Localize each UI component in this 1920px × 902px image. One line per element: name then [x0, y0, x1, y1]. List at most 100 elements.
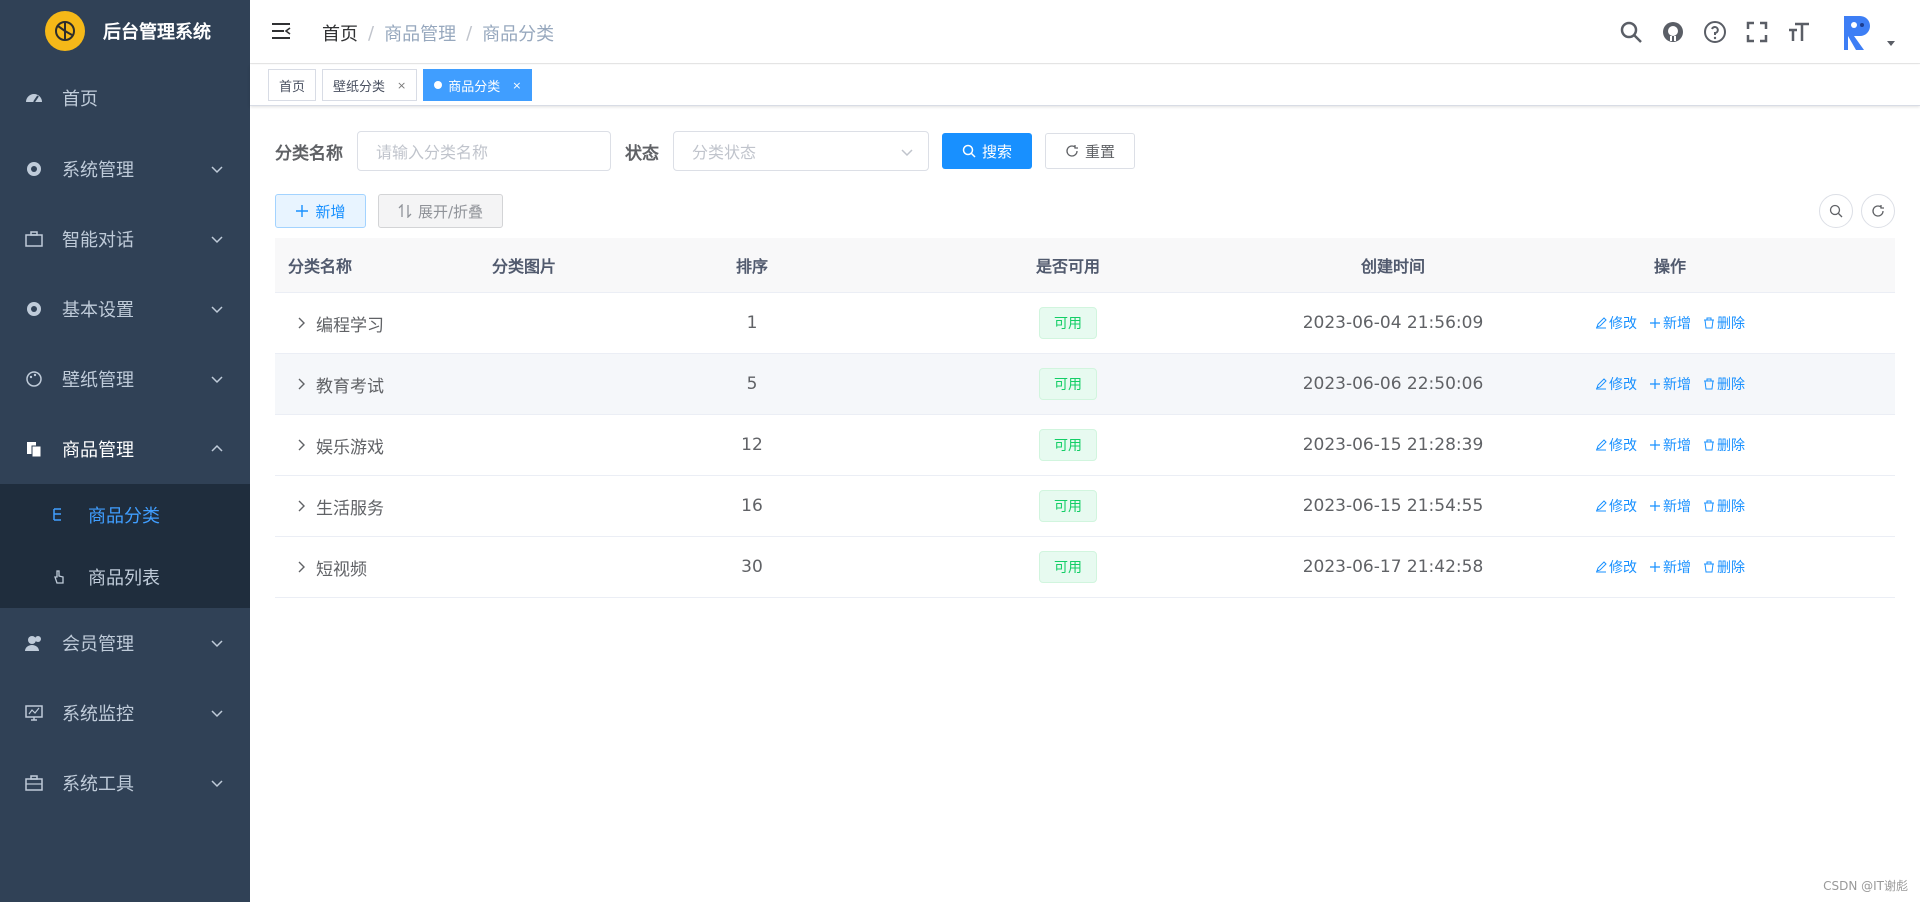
- goods-submenu: 商品分类 商品列表: [0, 484, 250, 608]
- delete-button[interactable]: 删除: [1703, 374, 1745, 394]
- status-badge: 可用: [1039, 551, 1097, 583]
- edit-button[interactable]: 修改: [1595, 374, 1637, 394]
- status-select[interactable]: 分类状态: [673, 131, 929, 171]
- cell-status: 可用: [795, 368, 1341, 400]
- chevron-right-icon[interactable]: [294, 316, 308, 330]
- font-size-icon[interactable]: [1786, 19, 1812, 45]
- add-child-button[interactable]: 新增: [1649, 435, 1691, 455]
- cell-sort: 12: [741, 435, 763, 455]
- sidebar-item-label: 会员管理: [62, 634, 134, 655]
- chevron-down-icon: [211, 166, 223, 174]
- close-icon[interactable]: ×: [397, 79, 406, 92]
- sidebar-subitem-label: 商品分类: [88, 506, 160, 527]
- github-icon[interactable]: [1660, 19, 1686, 45]
- category-name: 娱乐游戏: [316, 437, 384, 458]
- breadcrumb-home[interactable]: 首页: [322, 20, 358, 46]
- chevron-right-icon[interactable]: [294, 499, 308, 513]
- add-child-button[interactable]: 新增: [1649, 374, 1691, 394]
- tag-home[interactable]: 首页: [268, 69, 317, 101]
- cell-time: 2023-06-15 21:54:55: [1302, 496, 1484, 516]
- users-icon: [24, 633, 44, 653]
- sidebar-item-label: 系统监控: [62, 704, 134, 725]
- table-row: 娱乐游戏 12 可用 2023-06-15 21:28:39 修改 新增 删除: [275, 415, 1895, 476]
- add-button-label: 新增: [315, 202, 346, 221]
- edit-button[interactable]: 修改: [1595, 496, 1637, 516]
- sidebar-item-label: 系统管理: [62, 160, 134, 181]
- sidebar-item-monitor[interactable]: 系统监控: [0, 678, 250, 748]
- sidebar-item-basic-settings[interactable]: 基本设置: [0, 274, 250, 344]
- add-button[interactable]: 新增: [275, 194, 366, 228]
- chevron-right-icon[interactable]: [294, 438, 308, 452]
- cell-status: 可用: [795, 490, 1341, 522]
- main-content: 分类名称 请输入分类名称 状态 分类状态 搜索 重置 新增 展开/折叠 分类名称…: [250, 107, 1920, 902]
- plus-icon: [1650, 379, 1660, 389]
- delete-button[interactable]: 删除: [1703, 313, 1745, 333]
- gear-icon: [24, 159, 44, 179]
- sidebar: 后台管理系统 首页 系统管理 智能对话 基本设置 壁纸管理 商品管理 商品分类 …: [0, 0, 250, 902]
- sidebar-item-wallpaper[interactable]: 壁纸管理: [0, 344, 250, 414]
- sidebar-item-members[interactable]: 会员管理: [0, 608, 250, 678]
- delete-button[interactable]: 删除: [1703, 557, 1745, 577]
- avatar[interactable]: [1836, 12, 1876, 52]
- expand-collapse-button[interactable]: 展开/折叠: [378, 194, 503, 228]
- fullscreen-icon[interactable]: [1744, 19, 1770, 45]
- table-row: 教育考试 5 可用 2023-06-06 22:50:06 修改 新增 删除: [275, 354, 1895, 415]
- edit-label: 修改: [1609, 438, 1637, 454]
- table-row: 编程学习 1 可用 2023-06-04 21:56:09 修改 新增 删除: [275, 293, 1895, 354]
- edit-button[interactable]: 修改: [1595, 435, 1637, 455]
- edit-button[interactable]: 修改: [1595, 557, 1637, 577]
- cell-name: 教育考试: [275, 372, 492, 397]
- delete-label: 删除: [1717, 499, 1745, 515]
- logo[interactable]: 后台管理系统: [0, 0, 250, 62]
- add-label: 新增: [1663, 438, 1691, 454]
- gear-icon: [24, 299, 44, 319]
- hamburger-icon[interactable]: [270, 20, 292, 42]
- help-icon[interactable]: [1702, 19, 1728, 45]
- hand-icon: [50, 568, 68, 586]
- trash-icon: [1704, 439, 1714, 451]
- cell-status: 可用: [795, 429, 1341, 461]
- chevron-down-icon: [211, 780, 223, 788]
- edit-button[interactable]: 修改: [1595, 313, 1637, 333]
- status-badge: 可用: [1039, 368, 1097, 400]
- sidebar-subitem-goods-list[interactable]: 商品列表: [0, 546, 250, 608]
- tag-goods-category[interactable]: 商品分类 ×: [423, 69, 533, 101]
- sidebar-item-system[interactable]: 系统管理: [0, 134, 250, 204]
- search-icon[interactable]: [1618, 19, 1644, 45]
- sidebar-item-home[interactable]: 首页: [0, 62, 250, 134]
- status-badge: 可用: [1039, 490, 1097, 522]
- refresh-icon: [1872, 205, 1884, 217]
- table-header: 分类名称 分类图片 排序 是否可用 创建时间 操作: [275, 238, 1895, 293]
- add-child-button[interactable]: 新增: [1649, 313, 1691, 333]
- category-name: 编程学习: [316, 315, 384, 336]
- add-child-button[interactable]: 新增: [1649, 557, 1691, 577]
- breadcrumb-current: 商品分类: [482, 24, 555, 45]
- cell-ops: 修改 新增 删除: [1445, 435, 1895, 455]
- tag-wallpaper-category[interactable]: 壁纸分类 ×: [322, 69, 418, 101]
- chevron-right-icon[interactable]: [294, 377, 308, 391]
- category-name-input[interactable]: 请输入分类名称: [357, 131, 611, 171]
- chevron-right-icon[interactable]: [294, 560, 308, 574]
- add-label: 新增: [1663, 499, 1691, 515]
- delete-button[interactable]: 删除: [1703, 496, 1745, 516]
- chevron-down-icon: [211, 640, 223, 648]
- refresh-icon: [1066, 145, 1078, 157]
- close-icon[interactable]: ×: [512, 79, 521, 92]
- toggle-search-button[interactable]: [1819, 194, 1853, 228]
- sidebar-item-tools[interactable]: 系统工具: [0, 748, 250, 818]
- delete-button[interactable]: 删除: [1703, 435, 1745, 455]
- add-child-button[interactable]: 新增: [1649, 496, 1691, 516]
- cell-status: 可用: [795, 551, 1341, 583]
- caret-down-icon[interactable]: [1886, 38, 1896, 48]
- trash-icon: [1704, 317, 1714, 329]
- edit-icon: [1596, 439, 1607, 451]
- sidebar-item-chat[interactable]: 智能对话: [0, 204, 250, 274]
- refresh-button[interactable]: [1861, 194, 1895, 228]
- reset-button[interactable]: 重置: [1045, 133, 1135, 169]
- cell-time: 2023-06-17 21:42:58: [1302, 557, 1484, 577]
- edit-icon: [1596, 378, 1607, 390]
- search-button[interactable]: 搜索: [942, 133, 1032, 169]
- sidebar-item-goods[interactable]: 商品管理: [0, 414, 250, 484]
- edit-label: 修改: [1609, 560, 1637, 576]
- sidebar-subitem-goods-category[interactable]: 商品分类: [0, 484, 250, 546]
